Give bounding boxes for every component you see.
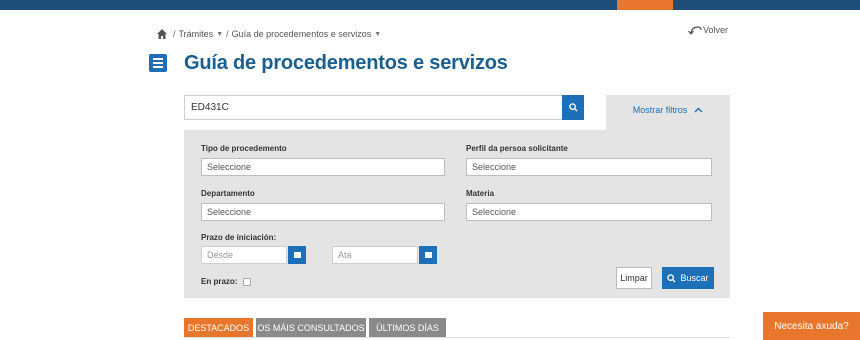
tabs-divider — [184, 337, 730, 338]
perfil-select-value: Seleccione — [472, 162, 517, 172]
menu-button[interactable] — [149, 54, 167, 72]
search-icon — [568, 103, 578, 112]
breadcrumb-separator: / — [226, 29, 229, 39]
chevron-down-icon[interactable]: ▼ — [216, 31, 223, 38]
departamento-label: Departamento — [201, 189, 255, 198]
page-title: Guía de procedementos e servizos — [184, 52, 508, 74]
chevron-down-icon[interactable]: ▼ — [374, 31, 381, 38]
breadcrumb: / Trámites ▼ / Guía de procedementos e s… — [156, 27, 381, 41]
calendar-from-button[interactable] — [288, 246, 306, 264]
back-arrow-icon — [688, 26, 702, 35]
perfil-select[interactable]: Seleccione — [466, 158, 712, 176]
tab-destacados[interactable]: DESTACADOS — [184, 318, 253, 338]
materia-select-value: Seleccione — [472, 207, 517, 217]
date-from-placeholder: Desde — [207, 250, 234, 260]
breadcrumb-current[interactable]: Guía de procedementos e servizos — [232, 29, 372, 39]
date-to-placeholder: Ata — [338, 250, 352, 260]
en-prazo-row: En prazo: — [201, 277, 252, 286]
tipo-label: Tipo de procedemento — [201, 144, 287, 153]
materia-select[interactable]: Seleccione — [466, 203, 712, 221]
back-link[interactable]: Volver — [688, 25, 728, 35]
hamburger-icon-line — [153, 58, 163, 60]
back-label: Volver — [703, 25, 729, 35]
results-tabs: DESTACADOS OS MÁIS CONSULTADOS ÚLTIMOS D… — [184, 318, 449, 338]
toggle-filters-label: Mostrar filtros — [632, 104, 688, 115]
search-submit-button[interactable]: Buscar — [662, 267, 714, 289]
breadcrumb-tramites[interactable]: Trámites — [179, 29, 214, 39]
materia-label: Materia — [466, 189, 495, 198]
hamburger-icon-line — [153, 66, 163, 68]
clear-button[interactable]: Limpar — [616, 267, 652, 289]
calendar-icon — [424, 252, 432, 258]
top-bar-accent — [617, 0, 673, 10]
perfil-label: Perfil da persoa solicitante — [466, 144, 568, 153]
chevron-up-icon — [694, 107, 703, 112]
search-input[interactable]: ED431C — [184, 95, 562, 120]
en-prazo-checkbox[interactable] — [243, 277, 252, 286]
search-button[interactable] — [562, 95, 584, 120]
departamento-select[interactable]: Seleccione — [201, 203, 445, 221]
tipo-select-value: Seleccione — [207, 162, 252, 172]
filters-panel: Tipo de procedemento Seleccione Perfil d… — [184, 130, 730, 298]
search-area: ED431C — [184, 95, 606, 130]
tipo-select[interactable]: Seleccione — [201, 158, 445, 176]
search-icon — [667, 273, 677, 283]
hamburger-icon-line — [153, 62, 163, 64]
clear-button-label: Limpar — [620, 273, 648, 283]
toggle-filters-button[interactable]: Mostrar filtros — [606, 95, 730, 130]
home-icon[interactable] — [156, 28, 168, 40]
calendar-to-button[interactable] — [419, 246, 437, 264]
prazo-label: Prazo de iniciación: — [201, 233, 277, 242]
tab-ultimos-dias[interactable]: ÚLTIMOS DÍAS — [369, 318, 446, 338]
search-submit-label: Buscar — [680, 273, 709, 283]
departamento-select-value: Seleccione — [207, 207, 252, 217]
calendar-icon — [293, 252, 301, 258]
breadcrumb-separator: / — [173, 29, 176, 39]
help-button[interactable]: Necesita axuda? — [763, 312, 860, 340]
tab-mais-consultados[interactable]: OS MÁIS CONSULTADOS — [256, 318, 366, 338]
date-to-input[interactable]: Ata — [332, 246, 418, 264]
en-prazo-label: En prazo: — [201, 277, 238, 286]
date-from-input[interactable]: Desde — [201, 246, 287, 264]
search-value: ED431C — [191, 102, 229, 113]
top-bar — [0, 0, 860, 10]
